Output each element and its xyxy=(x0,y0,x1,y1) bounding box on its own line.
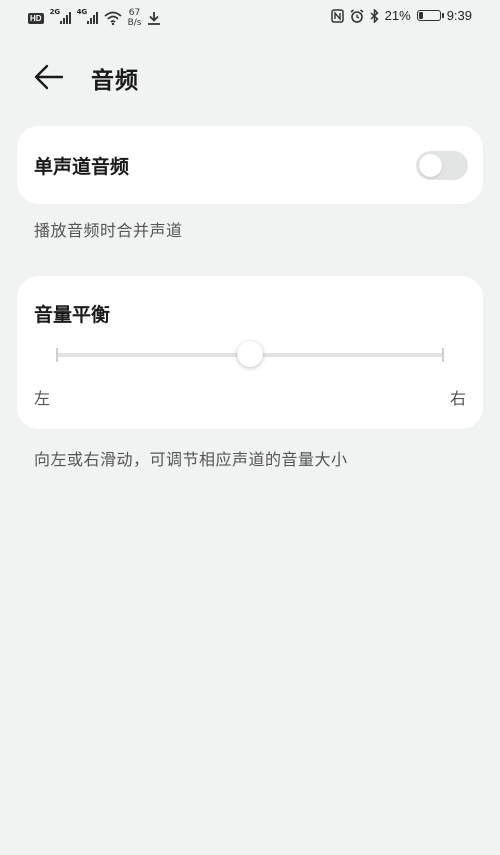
app-header: 音频 xyxy=(0,55,500,100)
battery-percent: 21% xyxy=(384,8,411,23)
toggle-knob xyxy=(419,154,442,177)
clock: 9:39 xyxy=(446,8,472,23)
nfc-icon xyxy=(330,8,344,23)
balance-label: 音量平衡 xyxy=(34,304,111,326)
mono-audio-toggle[interactable] xyxy=(416,151,468,180)
signal-icon: 2G xyxy=(50,8,71,24)
battery-icon xyxy=(416,10,444,21)
status-bar: HD 2G 4G 67 B/s 21% 9:39 xyxy=(0,0,500,36)
status-left: HD 2G 4G 67 B/s xyxy=(28,8,161,28)
wifi-icon xyxy=(103,11,122,25)
hd-icon: HD xyxy=(28,12,44,24)
mono-audio-card[interactable]: 单声道音频 xyxy=(17,126,483,204)
mono-audio-label: 单声道音频 xyxy=(34,156,130,178)
network-speed: 67 B/s xyxy=(128,8,142,28)
balance-right-label: 右 xyxy=(449,389,466,408)
sim1-label: 2G xyxy=(49,8,61,16)
slider-tick-left xyxy=(56,348,58,362)
page-title: 音频 xyxy=(91,68,139,94)
balance-slider[interactable] xyxy=(56,341,444,367)
slider-tick-right xyxy=(442,348,444,362)
status-right: 21% 9:39 xyxy=(330,8,472,23)
balance-card: 音量平衡 左 右 xyxy=(17,276,483,429)
balance-description: 向左或右滑动，可调节相应声道的音量大小 xyxy=(34,450,348,469)
bluetooth-icon xyxy=(370,8,379,23)
back-arrow-icon[interactable] xyxy=(34,63,64,91)
speed-unit: B/s xyxy=(127,18,142,28)
slider-thumb[interactable] xyxy=(237,341,263,367)
mono-audio-description: 播放音频时合并声道 xyxy=(34,221,183,240)
signal-icon: 4G xyxy=(77,8,98,24)
sim2-label: 4G xyxy=(76,8,88,16)
alarm-icon xyxy=(350,8,364,23)
balance-left-label: 左 xyxy=(34,389,51,408)
download-icon xyxy=(148,12,161,25)
speed-value: 67 xyxy=(128,8,141,18)
